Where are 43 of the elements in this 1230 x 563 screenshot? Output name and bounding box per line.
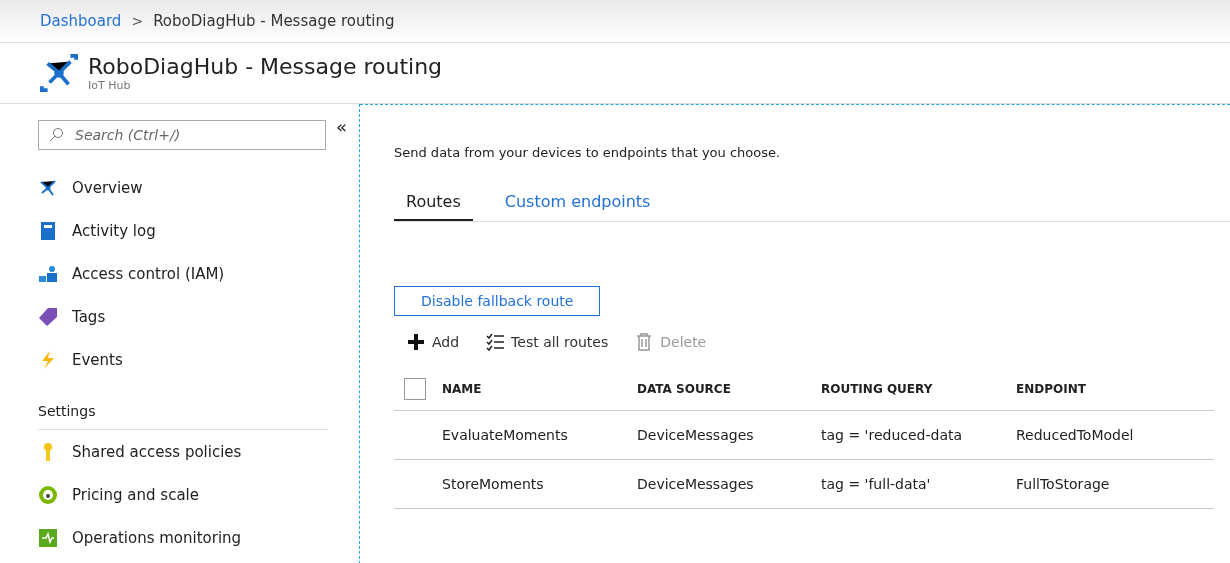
tab[interactable]: Custom endpoints [492,188,663,221]
gauge-icon [38,484,58,505]
sidebar-item[interactable]: Activity log [72,221,156,240]
table-cell-text: StoreMoments [442,476,545,492]
column-header: NAME [442,382,483,396]
breadcrumb-current: RoboDiagHub - Message routing [153,12,395,30]
search-field[interactable]: Search (Ctrl+/) [38,120,326,150]
sidebar-item[interactable]: Access control (IAM) [72,264,225,283]
sidebar-item[interactable]: Overview [72,178,143,197]
toolbar-button[interactable]: Add [406,328,460,356]
column-header: DATA SOURCE [637,382,732,396]
sidebar-item[interactable]: Tags [72,307,106,326]
breadcrumb-separator: > [131,13,144,29]
disable-fallback-button[interactable]: Disable fallback route [394,286,601,316]
table-cell-text: DeviceMessages [637,427,755,443]
table-cell-text: tag = 'full-data' [821,476,932,492]
breadcrumb-link[interactable]: Dashboard [40,12,122,30]
table-cell-text: DeviceMessages [637,476,755,492]
table-cell-text: FullToStorage [1016,476,1111,492]
column-header: ROUTING QUERY [821,382,934,396]
sidebar-item[interactable]: Operations monitoring [72,528,242,547]
table-cell-text: tag = 'reduced-data [821,427,964,443]
sidebar-item[interactable]: Events [72,350,123,369]
select-all-checkbox[interactable] [404,378,426,400]
tag-icon [38,306,58,327]
toolbar-button[interactable]: Test all routes [485,328,609,356]
plus-icon [406,332,426,352]
pulse-icon [38,527,58,548]
collapse-button[interactable]: « [336,120,347,134]
section-heading: Settings [38,403,328,430]
sidebar-item[interactable]: Shared access policies [72,442,242,461]
tab[interactable]: Routes [394,188,473,221]
description-text: Send data from your devices to endpoints that you choose. [394,145,782,160]
search-icon [48,127,64,143]
people-icon [38,263,58,284]
book-icon [38,220,58,241]
column-header: ENDPOINT [1016,382,1087,396]
checklist-icon [485,332,506,352]
table-cell-text: EvaluateMoments [442,427,569,443]
page-title: RoboDiagHub - Message routing [88,54,443,79]
sidebar-item[interactable]: Pricing and scale [72,485,199,504]
page-subtitle: IoT Hub [88,79,132,92]
table-cell-text: ReducedToModel [1016,427,1135,443]
